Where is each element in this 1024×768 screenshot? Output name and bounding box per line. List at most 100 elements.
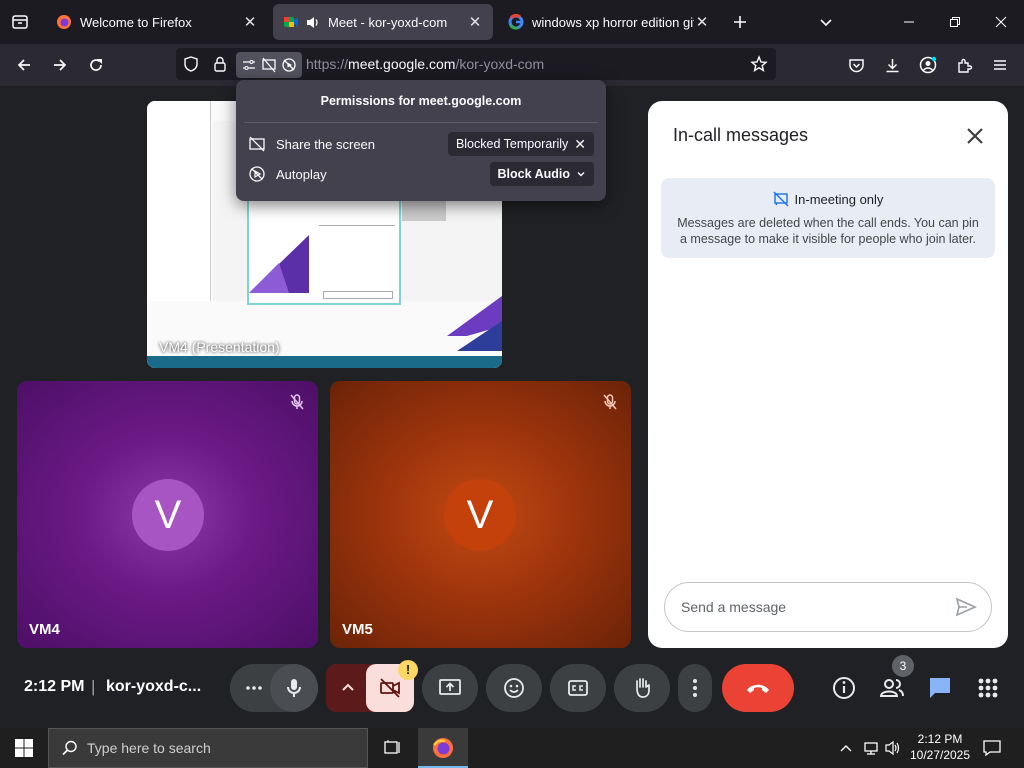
account-icon[interactable] (910, 44, 946, 86)
meeting-code[interactable]: kor-yoxd-c... (106, 678, 201, 696)
bar-separator: | (91, 677, 96, 696)
reload-icon[interactable] (78, 44, 114, 86)
taskbar-firefox-app[interactable] (418, 728, 468, 768)
permission-row-autoplay: Autoplay Block Audio (248, 159, 594, 189)
warning-badge: ! (398, 660, 418, 680)
close-icon[interactable] (962, 123, 988, 149)
participant-tile-vm5[interactable]: V VM5 (330, 381, 631, 648)
permission-value: Blocked Temporarily (455, 137, 569, 151)
minimize-icon[interactable] (886, 0, 932, 44)
hand-icon (631, 676, 653, 700)
tray-chevron-up-icon[interactable] (838, 740, 854, 756)
tab-title: Meet - kor-yoxd-com (328, 14, 448, 30)
chat-off-icon (773, 191, 789, 207)
tab-title: Welcome to Firefox (80, 14, 192, 30)
people-icon[interactable] (877, 674, 907, 702)
chevron-down-icon (576, 169, 586, 179)
close-tab-icon[interactable]: ✕ (467, 14, 483, 31)
chat-icon[interactable] (926, 674, 954, 702)
meeting-details-info-icon[interactable] (830, 674, 858, 702)
avatar: V (444, 479, 516, 551)
new-tab-plus-icon[interactable] (722, 0, 758, 44)
speaker-icon[interactable] (305, 15, 320, 30)
captions-button[interactable] (550, 664, 606, 712)
permission-value: Block Audio (497, 167, 570, 181)
more-vertical-icon (692, 677, 698, 699)
url-host: meet.google.com (348, 56, 456, 72)
windows-start-icon[interactable] (14, 738, 34, 758)
permission-label: Autoplay (276, 166, 327, 182)
tab-welcome-firefox[interactable]: Welcome to Firefox ✕ (46, 4, 268, 40)
close-tab-icon[interactable]: ✕ (242, 14, 258, 31)
audio-control-group (230, 664, 318, 712)
extensions-icon[interactable] (946, 44, 982, 86)
close-window-icon[interactable] (978, 0, 1024, 44)
people-count-badge: 3 (892, 655, 914, 677)
emoji-icon (503, 677, 525, 699)
lock-icon[interactable] (212, 55, 228, 73)
closed-captions-icon (567, 678, 589, 698)
send-message-input[interactable] (681, 596, 941, 618)
screen-blocked-icon (262, 57, 276, 73)
participant-name: VM5 (342, 621, 373, 638)
presentation-label: VM4 (Presentation) (159, 339, 280, 355)
taskbar-clock[interactable]: 2:12 PM 10/27/2025 (900, 731, 980, 763)
forward-arrow-icon[interactable] (42, 44, 78, 86)
notice-title: In-meeting only (794, 191, 884, 207)
notice-body: Messages are deleted when the call ends.… (677, 216, 979, 246)
menu-hamburger-icon[interactable] (982, 44, 1018, 86)
raise-hand-button[interactable] (614, 664, 670, 712)
participant-tile-vm4[interactable]: V VM4 (17, 381, 318, 648)
tab-meet[interactable]: Meet - kor-yoxd-com ✕ (273, 4, 493, 40)
more-options-button[interactable] (678, 664, 712, 712)
microphone-icon[interactable] (270, 664, 318, 712)
autoplay-select[interactable]: Block Audio (489, 162, 594, 186)
end-call-phone-icon (745, 681, 771, 695)
message-input-box[interactable] (664, 582, 992, 632)
pocket-icon[interactable] (838, 44, 874, 86)
tab-title: windows xp horror edition git h (532, 14, 694, 30)
url-path: /kor-yoxd-com (455, 56, 545, 72)
notification-center-icon[interactable] (982, 738, 1002, 758)
present-screen-icon (438, 677, 462, 699)
activities-grid-icon[interactable] (974, 674, 1002, 702)
taskbar-time: 2:12 PM (917, 732, 963, 746)
send-icon[interactable] (955, 596, 977, 618)
permission-row-share-screen: Share the screen Blocked Temporarily ✕ (248, 129, 594, 159)
task-view-icon[interactable] (382, 738, 402, 758)
bookmark-star-icon[interactable] (750, 55, 768, 73)
avatar: V (132, 479, 204, 551)
in-call-messages-panel: In-call messages In-meeting only Message… (648, 101, 1008, 648)
site-permissions-popup: Permissions for meet.google.com Share th… (236, 80, 606, 201)
search-icon (61, 739, 79, 757)
permissions-sliders-icon (243, 60, 255, 70)
microphone-muted-icon (599, 391, 621, 413)
restore-icon[interactable] (932, 0, 978, 44)
close-tab-icon[interactable]: ✕ (694, 14, 710, 31)
autoplay-blocked-icon (282, 58, 296, 72)
search-placeholder: Type here to search (87, 740, 211, 756)
downloads-icon[interactable] (874, 44, 910, 86)
chevron-down-icon[interactable] (808, 0, 844, 44)
tab-search[interactable]: windows xp horror edition git h ✕ (498, 4, 720, 40)
leave-call-button[interactable] (722, 664, 794, 712)
network-icon[interactable] (862, 739, 880, 757)
reactions-button[interactable] (486, 664, 542, 712)
firefox-icon (431, 736, 455, 760)
taskbar-search-box[interactable]: Type here to search (48, 728, 368, 768)
autoplay-blocked-icon (248, 165, 266, 183)
remove-permission-close-icon[interactable]: ✕ (574, 136, 586, 153)
blocked-temporarily-chip: Blocked Temporarily ✕ (447, 132, 594, 156)
back-arrow-icon[interactable] (6, 44, 42, 86)
screen-share-blocked-icon (248, 135, 266, 153)
chevron-up-icon[interactable] (338, 678, 358, 698)
meeting-clock: 2:12 PM (24, 678, 85, 695)
site-permissions-button[interactable] (236, 52, 302, 78)
taskbar-date: 10/27/2025 (909, 748, 971, 762)
present-screen-button[interactable] (422, 664, 478, 712)
panel-title: In-call messages (673, 125, 809, 145)
list-all-tabs-icon[interactable] (2, 0, 38, 44)
more-audio-options-icon[interactable] (244, 676, 264, 700)
url-text[interactable]: https://meet.google.com/kor-yoxd-com (306, 56, 544, 72)
tracking-protection-shield-icon[interactable] (182, 55, 200, 73)
